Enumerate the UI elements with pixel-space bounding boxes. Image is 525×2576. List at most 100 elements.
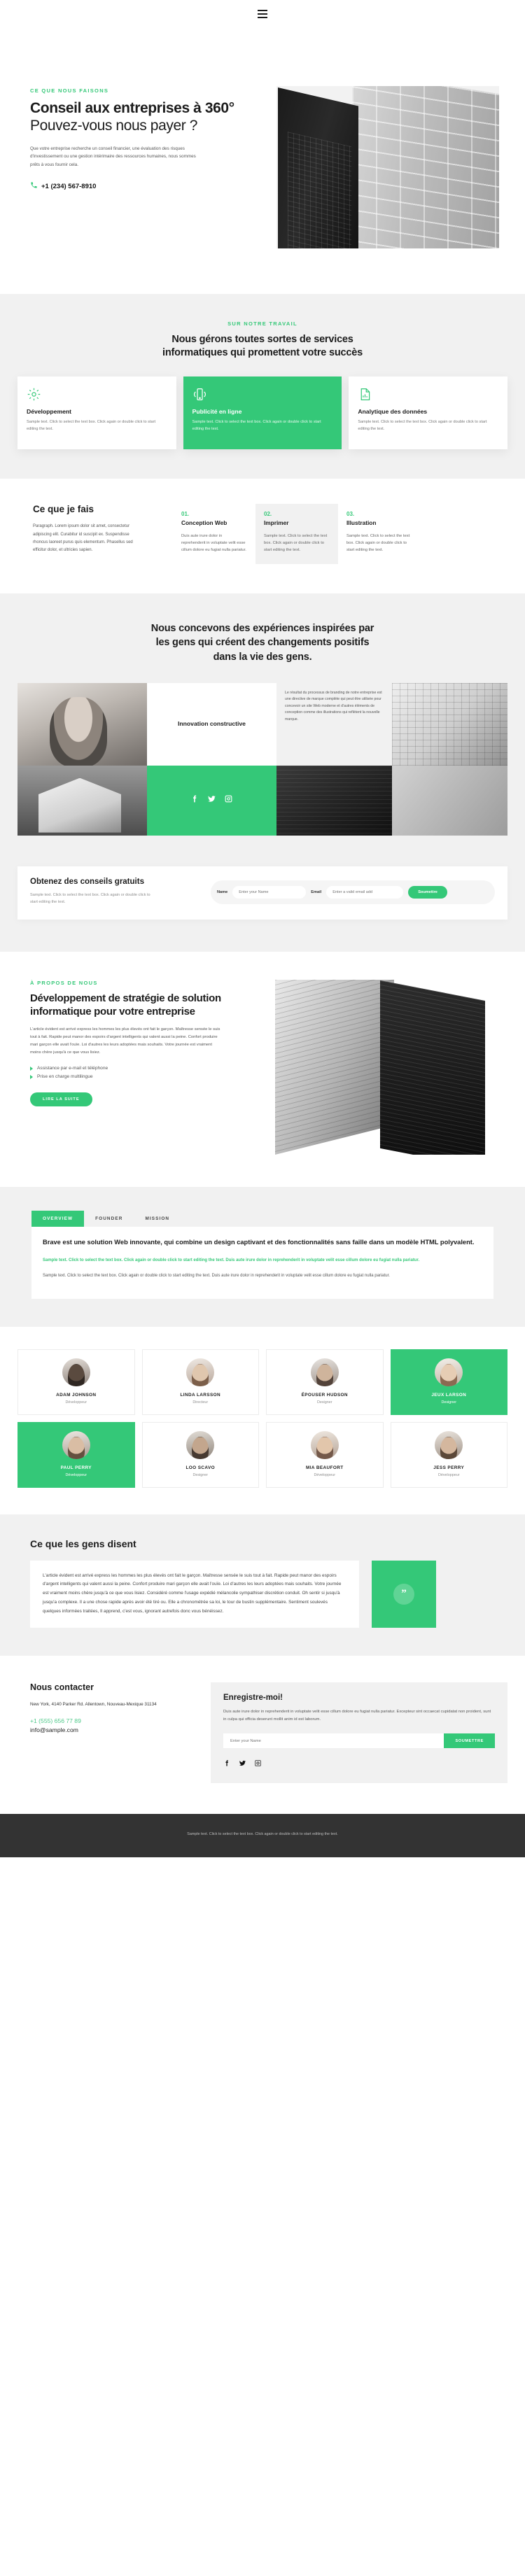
- site-footer: Sample text. Click to select the text bo…: [0, 1814, 525, 1858]
- member-role: Designer: [192, 1472, 209, 1477]
- step-title: Conception Web: [181, 519, 227, 527]
- service-card-text: Sample text. Click to select the text bo…: [358, 420, 487, 432]
- avatar: [186, 1430, 215, 1459]
- gear-icon: [27, 386, 167, 402]
- tab-panel-heading: Brave est une solution Web innovante, qu…: [43, 1239, 475, 1246]
- gallery-text-card: Le résultat du processus de branding de …: [276, 682, 392, 766]
- contact-section: Nous contacter New York, 4140 Parker Rd.…: [0, 1655, 525, 1815]
- team-member-card[interactable]: LOO SCAVO Designer: [141, 1421, 259, 1488]
- document-chart-icon: [358, 386, 498, 402]
- gallery-card-title: Innovation constructive: [178, 720, 246, 728]
- step-item-02[interactable]: 02. Imprimer Sample text. Click to selec…: [255, 504, 338, 564]
- newsletter-submit-button[interactable]: Soumettre: [408, 885, 447, 899]
- team-member-card[interactable]: MIA BEAUFORT Développeur: [266, 1421, 384, 1488]
- contact-phone[interactable]: +1 (555) 656 77 89: [30, 1717, 204, 1726]
- contact-address: New York, 4140 Parker Rd. Allentown, Nou…: [30, 1701, 157, 1707]
- facebook-icon[interactable]: [223, 1758, 231, 1771]
- gallery-innovation-card: Innovation constructive: [147, 682, 276, 766]
- tab-founder[interactable]: FOUNDER: [84, 1211, 134, 1227]
- hamburger-menu-icon[interactable]: [258, 10, 267, 18]
- testimonial-heading: Ce que les gens disent: [30, 1537, 136, 1549]
- member-name: JESS PERRY: [433, 1465, 465, 1470]
- team-member-card[interactable]: JESS PERRY Développeur: [390, 1421, 507, 1488]
- team-member-card[interactable]: ADAM JOHNSON Développeur: [18, 1349, 135, 1415]
- newsletter-email-input[interactable]: [326, 885, 404, 899]
- newsletter-heading: Obtenez des conseils gratuits: [30, 877, 144, 886]
- social-links: [223, 1758, 495, 1771]
- member-name: PAUL PERRY: [60, 1465, 92, 1470]
- read-more-button[interactable]: LIRE LA SUITE: [30, 1092, 92, 1107]
- signup-name-input[interactable]: [223, 1733, 444, 1749]
- team-member-card[interactable]: PAUL PERRY Développeur: [18, 1421, 135, 1488]
- member-name: ADAM JOHNSON: [56, 1392, 97, 1398]
- testimonial-accent-block: ”: [372, 1560, 436, 1628]
- twitter-icon[interactable]: [207, 794, 216, 807]
- avatar: [435, 1358, 463, 1386]
- step-number: 01.: [181, 511, 190, 518]
- avatar: [310, 1358, 339, 1386]
- service-card-title: Développement: [27, 408, 71, 416]
- service-card-developpement[interactable]: Développement Sample text. Click to sele…: [18, 376, 176, 450]
- about-eyebrow: À PROPOS DE NOUS: [30, 980, 98, 987]
- hero-eyebrow: CE QUE NOUS FAISONS: [30, 87, 109, 94]
- service-card-analytique[interactable]: Analytique des données Sample text. Clic…: [349, 376, 508, 450]
- twitter-icon[interactable]: [239, 1758, 246, 1771]
- team-member-card[interactable]: LINDA LARSSON Directeur: [141, 1349, 259, 1415]
- bullet-label: Prise en charge multilingue: [37, 1074, 93, 1080]
- hero-phone-link[interactable]: +1 (234) 567-8910: [30, 181, 241, 191]
- phone-icon: [30, 181, 38, 191]
- site-header: [0, 0, 525, 28]
- facebook-icon[interactable]: [190, 794, 200, 807]
- hero-title-bold: Conseil aux entreprises à 360°: [30, 100, 234, 116]
- service-card-title: Analytique des données: [358, 408, 428, 416]
- avatar: [62, 1358, 90, 1386]
- member-role: Directeur: [192, 1400, 209, 1405]
- member-name: LINDA LARSSON: [180, 1392, 220, 1398]
- member-name: ÉPOUSER HUDSON: [301, 1392, 348, 1398]
- quote-icon: ”: [393, 1583, 414, 1605]
- services-cards: Développement Sample text. Click to sele…: [18, 376, 508, 450]
- tabs-section: OVERVIEW FOUNDER MISSION Brave est une s…: [0, 1187, 525, 1327]
- step-text: Sample text. Click to select the text bo…: [346, 533, 410, 553]
- newsletter-name-label: Name: [217, 889, 228, 894]
- contact-email[interactable]: info@sample.com: [30, 1726, 104, 1735]
- service-card-title: Publicité en ligne: [192, 408, 242, 416]
- step-number: 02.: [264, 511, 272, 518]
- step-item-03[interactable]: 03. Illustration Sample text. Click to s…: [338, 504, 421, 564]
- testimonial-section: Ce que les gens disent L'article évident…: [0, 1514, 525, 1656]
- contact-heading: Nous contacter: [30, 1682, 94, 1692]
- tab-overview[interactable]: OVERVIEW: [31, 1211, 85, 1227]
- team-member-card[interactable]: ÉPOUSER HUDSON Designer: [266, 1349, 384, 1415]
- about-heading: Développement de stratégie de solution i…: [30, 992, 221, 1018]
- step-title: Imprimer: [264, 519, 289, 527]
- hero-section: CE QUE NOUS FAISONS Conseil aux entrepri…: [0, 28, 525, 294]
- about-paragraph: L'article évident est arrivé express les…: [30, 1027, 220, 1055]
- step-number: 03.: [346, 511, 355, 518]
- testimonial-quote: L'article évident est arrivé express les…: [43, 1572, 342, 1614]
- member-name: MIA BEAUFORT: [305, 1465, 344, 1470]
- member-name: JEUX LARSON: [431, 1392, 467, 1398]
- avatar: [310, 1430, 339, 1459]
- instagram-icon[interactable]: [254, 1758, 262, 1771]
- service-card-publicite[interactable]: Publicité en ligne Sample text. Click to…: [183, 376, 342, 450]
- signup-text: Duis aute irure dolor in reprehenderit i…: [223, 1709, 491, 1722]
- newsletter-section: Obtenez des conseils gratuits Sample tex…: [0, 866, 525, 952]
- gallery-social-block: [147, 765, 276, 836]
- signup-submit-button[interactable]: SOUMETTRE: [444, 1733, 495, 1749]
- tab-panel-grey-text: Sample text. Click to select the text bo…: [43, 1274, 390, 1279]
- instagram-icon[interactable]: [224, 794, 233, 807]
- team-section: ADAM JOHNSON Développeur LINDA LARSSON D…: [0, 1326, 525, 1514]
- what-i-do-section: Ce que je fais Paragraph. Lorem ipsum do…: [0, 479, 525, 593]
- newsletter-name-input[interactable]: [232, 885, 307, 899]
- hero-phone-number: +1 (234) 567-8910: [41, 182, 97, 190]
- member-name: LOO SCAVO: [186, 1465, 215, 1470]
- hero-building-image: [276, 59, 499, 248]
- design-gallery-section: Nous concevons des expériences inspirées…: [0, 593, 525, 866]
- team-grid: ADAM JOHNSON Développeur LINDA LARSSON D…: [18, 1349, 507, 1488]
- gallery-photo-grey: [392, 765, 507, 836]
- about-section: À PROPOS DE NOUS Développement de straté…: [0, 952, 525, 1188]
- team-member-card[interactable]: JEUX LARSON Designer: [390, 1349, 507, 1415]
- tab-mission[interactable]: MISSION: [134, 1211, 181, 1227]
- service-card-text: Sample text. Click to select the text bo…: [192, 420, 321, 432]
- step-item-01[interactable]: 01. Conception Web Duis aute irure dolor…: [173, 504, 255, 564]
